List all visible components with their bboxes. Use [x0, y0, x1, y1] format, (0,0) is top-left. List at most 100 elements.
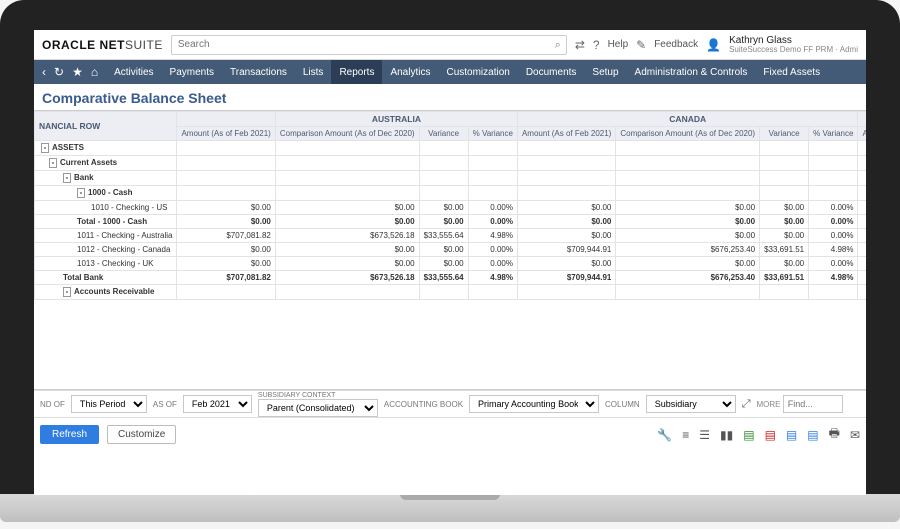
- feedback-icon[interactable]: ✎: [636, 38, 646, 52]
- cell: $0.00: [858, 229, 866, 243]
- expand-icon[interactable]: ⤢: [742, 398, 751, 411]
- nav-item-documents[interactable]: Documents: [518, 60, 585, 84]
- cell: $0.00: [275, 257, 419, 271]
- cell: [517, 156, 615, 171]
- print-icon[interactable]: 🖶: [829, 424, 840, 445]
- column-label: COLUMN: [605, 400, 640, 409]
- cell: [275, 156, 419, 171]
- cell: $0.00: [177, 243, 275, 257]
- nav-item-transactions[interactable]: Transactions: [222, 60, 295, 84]
- cell: 4.98%: [468, 271, 517, 285]
- nav-item-reports[interactable]: Reports: [331, 60, 382, 84]
- cell: [419, 285, 468, 300]
- user-name: Kathryn Glass: [729, 36, 858, 46]
- export-word-icon[interactable]: ▤: [807, 428, 818, 442]
- cell: [517, 141, 615, 156]
- collapse-icon[interactable]: ≡: [682, 428, 689, 442]
- nav-item-setup[interactable]: Setup: [584, 60, 626, 84]
- row-label: -ASSETS: [35, 141, 177, 156]
- logo-net: NET: [100, 38, 126, 52]
- row-label: 1013 - Checking - UK: [35, 257, 177, 271]
- cell: $0.00: [177, 257, 275, 271]
- cell: [468, 141, 517, 156]
- cell: $0.00: [177, 215, 275, 229]
- search-input[interactable]: [171, 35, 567, 55]
- cell: [616, 171, 760, 186]
- cell: $1,234,186.21: [858, 271, 866, 285]
- actions-bar: Refresh Customize 🔧 ≡ ☰ ▮▮ ▤ ▤ ▤ ▤ 🖶 ✉: [34, 418, 866, 451]
- nav-item-payments[interactable]: Payments: [162, 60, 222, 84]
- table-row[interactable]: 1013 - Checking - UK$0.00$0.00$0.000.00%…: [35, 257, 867, 271]
- accounting-book-select[interactable]: Primary Accounting Book: [469, 395, 599, 413]
- cell: [760, 186, 809, 201]
- export-pdf-icon[interactable]: ▤: [765, 428, 776, 442]
- export-csv-icon[interactable]: ▤: [786, 428, 797, 442]
- user-block[interactable]: Kathryn Glass SuiteSuccess Demo FF PRM ·…: [729, 36, 858, 54]
- column-select[interactable]: Subsidiary: [646, 395, 736, 413]
- table-row[interactable]: 1012 - Checking - Canada$0.00$0.00$0.000…: [35, 243, 867, 257]
- chart-icon[interactable]: ▮▮: [720, 428, 733, 442]
- nd-of-select[interactable]: This Period: [71, 395, 147, 413]
- table-row[interactable]: -Current Assets: [35, 156, 867, 171]
- nav-item-customization[interactable]: Customization: [438, 60, 517, 84]
- as-of-select[interactable]: Feb 2021: [183, 395, 252, 413]
- nav-back-icon[interactable]: ‹: [42, 65, 46, 79]
- nav-home-icon[interactable]: ⌂: [91, 65, 98, 79]
- share-icon[interactable]: ⇄: [575, 38, 585, 52]
- table-row[interactable]: -1000 - Cash: [35, 186, 867, 201]
- table-row[interactable]: -Bank: [35, 171, 867, 186]
- nav-item-activities[interactable]: Activities: [106, 60, 161, 84]
- table-row[interactable]: -ASSETS: [35, 141, 867, 156]
- cell: $0.00: [760, 257, 809, 271]
- cell: $0.00: [616, 215, 760, 229]
- top-header-bar: ORACLE NETSUITE ⌕ ⇄ ? Help ✎ Feedback 👤 …: [34, 30, 866, 60]
- nav-item-analytics[interactable]: Analytics: [382, 60, 438, 84]
- nav-star-icon[interactable]: ★: [72, 65, 83, 79]
- wrench-icon[interactable]: 🔧: [657, 428, 672, 442]
- nav-item-fixed-assets[interactable]: Fixed Assets: [755, 60, 828, 84]
- cell: $0.00: [760, 229, 809, 243]
- cell: $0.00: [275, 201, 419, 215]
- report-table-scroll[interactable]: NANCIAL ROWAUSTRALIACANADAUNITED KINGDOM…: [34, 110, 866, 390]
- table-row[interactable]: -Accounts Receivable: [35, 285, 867, 300]
- customize-button[interactable]: Customize: [107, 425, 176, 444]
- help-icon[interactable]: ?: [593, 38, 600, 52]
- cell: $0.00: [858, 243, 866, 257]
- table-row[interactable]: Total Bank$707,081.82$673,526.18$33,555.…: [35, 271, 867, 285]
- nav-item-administration-controls[interactable]: Administration & Controls: [627, 60, 756, 84]
- table-row[interactable]: Total - 1000 - Cash$0.00$0.00$0.000.00%$…: [35, 215, 867, 229]
- nav-utility-icons: ‹ ↻ ★ ⌂: [34, 65, 106, 79]
- cell: [275, 285, 419, 300]
- table-row[interactable]: 1010 - Checking - US$0.00$0.00$0.000.00%…: [35, 201, 867, 215]
- accounting-book-label: ACCOUNTING BOOK: [384, 400, 463, 409]
- cell: [616, 156, 760, 171]
- search-icon[interactable]: ⌕: [555, 39, 561, 52]
- cell: [616, 141, 760, 156]
- export-excel-icon[interactable]: ▤: [743, 428, 754, 442]
- sub-context-label: SUBSIDIARY CONTEXT: [258, 392, 378, 399]
- nav-recent-icon[interactable]: ↻: [54, 65, 64, 79]
- cell: [177, 285, 275, 300]
- cell: $707,081.82: [177, 229, 275, 243]
- cell: [858, 285, 866, 300]
- refresh-button[interactable]: Refresh: [40, 425, 99, 444]
- cell: $0.00: [419, 215, 468, 229]
- user-icon[interactable]: 👤: [706, 38, 721, 52]
- cell: [858, 141, 866, 156]
- help-link[interactable]: Help: [608, 39, 629, 50]
- cell: 0.00%: [468, 243, 517, 257]
- expand-all-icon[interactable]: ☰: [699, 428, 710, 442]
- cell: $0.00: [760, 201, 809, 215]
- find-input[interactable]: [783, 395, 843, 413]
- feedback-link[interactable]: Feedback: [654, 39, 698, 50]
- oracle-netsuite-logo: ORACLE NETSUITE: [42, 38, 163, 52]
- email-icon[interactable]: ✉: [850, 428, 860, 442]
- row-label: 1010 - Checking - US: [35, 201, 177, 215]
- cell: [858, 156, 866, 171]
- table-row[interactable]: 1011 - Checking - Australia$707,081.82$6…: [35, 229, 867, 243]
- cell: [275, 186, 419, 201]
- cell: [177, 186, 275, 201]
- sub-context-select[interactable]: Parent (Consolidated): [258, 399, 378, 417]
- nav-item-lists[interactable]: Lists: [295, 60, 332, 84]
- cell: 0.00%: [809, 257, 858, 271]
